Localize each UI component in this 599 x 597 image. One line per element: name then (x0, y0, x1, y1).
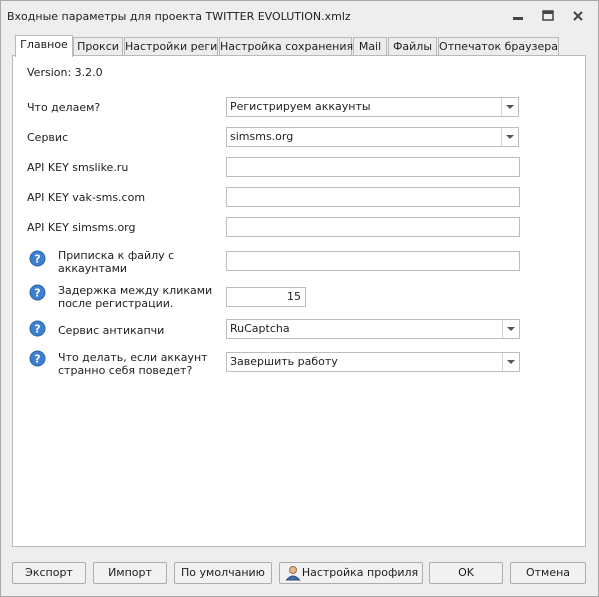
chevron-down-icon[interactable] (502, 320, 519, 338)
user-icon (285, 565, 301, 588)
file-suffix-label-line2: аккаунтами (58, 262, 128, 275)
service-select[interactable]: simsms.org (226, 127, 519, 147)
help-icon[interactable]: ? (29, 250, 46, 267)
chevron-down-icon[interactable] (501, 128, 518, 146)
cancel-button[interactable]: Отмена (510, 562, 586, 584)
help-icon[interactable]: ? (29, 320, 46, 337)
click-delay-label-line2: после регистрации. (58, 297, 174, 310)
tab-files[interactable]: Файлы (388, 37, 437, 56)
file-suffix-label-line1: Приписка к файлу с (58, 249, 175, 262)
action-select[interactable]: Регистрируем аккаунты (226, 97, 519, 117)
click-delay-label: Задержка между кликами после регистрации… (58, 284, 212, 310)
minimize-icon[interactable] (509, 8, 527, 24)
help-icon[interactable]: ? (29, 350, 46, 367)
api-key-simsms-label: API KEY simsms.org (27, 221, 136, 234)
action-select-value: Регистрируем аккаунты (230, 100, 371, 113)
tab-proxy[interactable]: Прокси (73, 37, 123, 56)
svg-text:?: ? (34, 253, 40, 266)
main-tab-panel: Version: 3.2.0 Что делаем? Регистрируем … (12, 55, 586, 547)
svg-text:?: ? (34, 353, 40, 366)
file-suffix-input[interactable] (226, 251, 520, 271)
restore-icon[interactable] (539, 8, 557, 24)
strange-account-select-value: Завершить работу (230, 355, 338, 368)
anticaptcha-select[interactable]: RuCaptcha (226, 319, 520, 339)
profile-settings-button[interactable]: Настройка профиля (279, 562, 423, 584)
chevron-down-icon[interactable] (502, 353, 519, 371)
svg-text:?: ? (34, 287, 40, 300)
ok-button[interactable]: OK (429, 562, 503, 584)
click-delay-label-line1: Задержка между кликами (58, 284, 213, 297)
anticaptcha-select-value: RuCaptcha (230, 322, 290, 335)
strange-account-label-line2: странно себя поведет? (58, 364, 193, 377)
tab-registration-settings[interactable]: Настройки реги (124, 37, 218, 56)
help-icon[interactable]: ? (29, 284, 46, 301)
title-bar[interactable]: Входные параметры для проекта TWITTER EV… (1, 1, 598, 31)
tab-main[interactable]: Главное (15, 35, 73, 57)
defaults-button[interactable]: По умолчанию (174, 562, 272, 584)
api-key-vak-sms-input[interactable] (226, 187, 520, 207)
window-title: Входные параметры для проекта TWITTER EV… (7, 10, 351, 23)
api-key-smslike-input[interactable] (226, 157, 520, 177)
api-key-smslike-label: API KEY smslike.ru (27, 161, 129, 174)
tab-save-settings[interactable]: Настройка сохранения (219, 37, 353, 56)
api-key-vak-sms-label: API KEY vak-sms.com (27, 191, 146, 204)
close-icon[interactable] (569, 8, 587, 24)
strange-account-select[interactable]: Завершить работу (226, 352, 520, 372)
strange-account-label: Что делать, если аккаунт странно себя по… (58, 351, 208, 377)
import-button[interactable]: Импорт (93, 562, 167, 584)
version-label: Version: 3.2.0 (27, 66, 103, 79)
tab-browser-fingerprint[interactable]: Отпечаток браузера (438, 37, 559, 56)
profile-settings-label: Настройка профиля (301, 566, 419, 579)
service-label: Сервис (27, 131, 69, 144)
api-key-simsms-input[interactable] (226, 217, 520, 237)
action-label: Что делаем? (27, 101, 101, 114)
svg-text:?: ? (34, 323, 40, 336)
click-delay-input[interactable]: 15 (226, 287, 306, 307)
strange-account-label-line1: Что делать, если аккаунт (58, 351, 208, 364)
anticaptcha-label: Сервис антикапчи (58, 324, 165, 337)
chevron-down-icon[interactable] (501, 98, 518, 116)
tab-mail[interactable]: Mail (353, 37, 387, 56)
dialog-window: Входные параметры для проекта TWITTER EV… (0, 0, 599, 597)
file-suffix-label: Приписка к файлу с аккаунтами (58, 249, 174, 275)
export-button[interactable]: Экспорт (12, 562, 86, 584)
service-select-value: simsms.org (230, 130, 294, 143)
